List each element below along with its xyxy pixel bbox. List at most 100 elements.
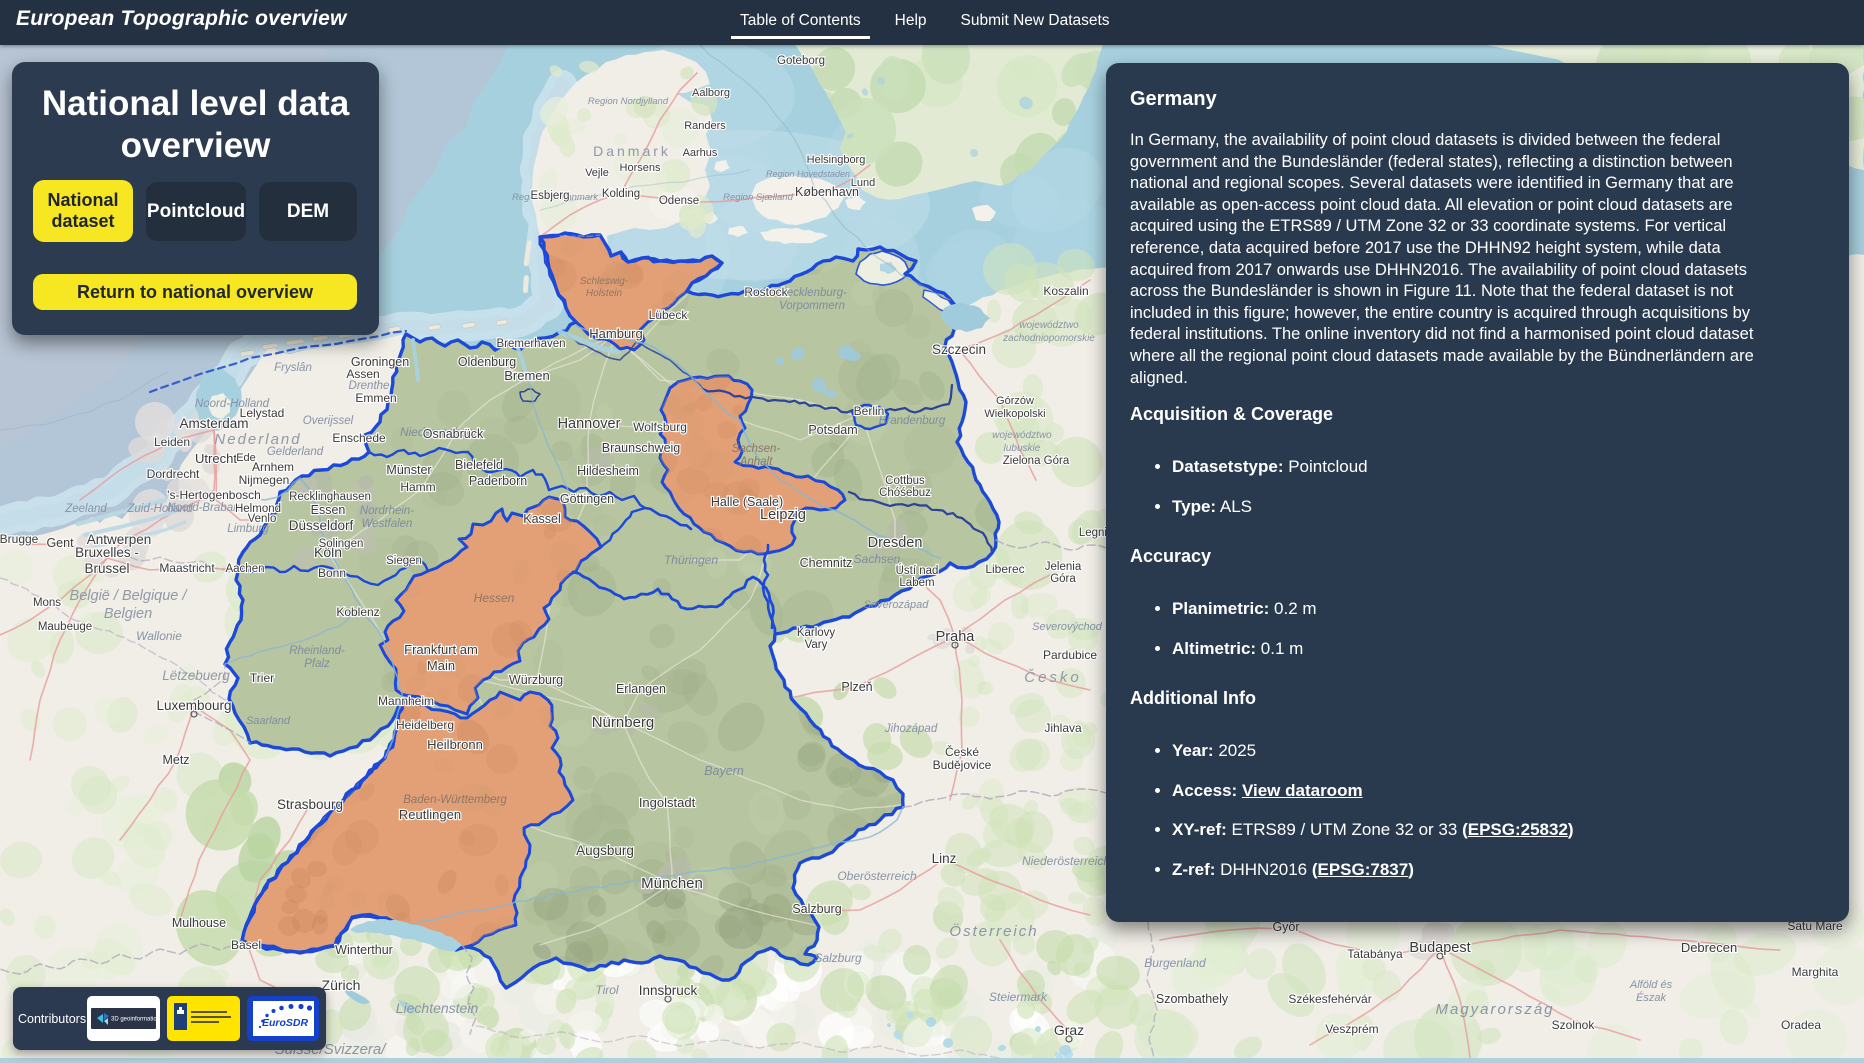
svg-text:Würzburg: Würzburg	[509, 673, 563, 687]
svg-text:Randers: Randers	[684, 120, 726, 132]
svg-text:Györ: Györ	[1272, 920, 1299, 934]
svg-text:Metz: Metz	[162, 753, 189, 767]
svg-text:EuroSDR: EuroSDR	[262, 1017, 309, 1029]
svg-text:Emmen: Emmen	[355, 391, 396, 405]
svg-text:Severovýchod: Severovýchod	[1032, 621, 1103, 633]
svg-text:Düsseldorf: Düsseldorf	[289, 518, 354, 533]
svg-text:Burgenland: Burgenland	[1144, 956, 1206, 970]
svg-text:Osnabrück: Osnabrück	[423, 427, 484, 441]
svg-text:Zürich: Zürich	[322, 977, 361, 993]
svg-text:Luxembourg: Luxembourg	[156, 698, 231, 713]
svg-text:Graz: Graz	[1054, 1022, 1084, 1038]
svg-text:Górzów: Górzów	[996, 395, 1034, 407]
svg-text:Steiermark: Steiermark	[989, 990, 1048, 1004]
svg-text:Groningen: Groningen	[351, 355, 409, 369]
svg-text:Alföld és: Alföld és	[1629, 979, 1673, 991]
svg-text:Mannheim: Mannheim	[378, 694, 434, 708]
svg-text:Brugge: Brugge	[0, 532, 39, 546]
svg-text:Kassel: Kassel	[523, 512, 561, 526]
svg-text:Holstein: Holstein	[586, 288, 623, 299]
svg-text:Noord-Brabant: Noord-Brabant	[167, 502, 243, 514]
svg-text:Jihozápad: Jihozápad	[884, 723, 938, 735]
svg-text:Westfalen: Westfalen	[362, 518, 413, 530]
svg-text:Hamm: Hamm	[400, 480, 435, 494]
svg-text:Saarland: Saarland	[246, 715, 291, 727]
svg-text:Belgien: Belgien	[104, 606, 152, 622]
svg-text:Baden-Württemberg: Baden-Württemberg	[403, 794, 507, 806]
svg-text:Praha: Praha	[936, 629, 976, 645]
svg-text:Dordrecht: Dordrecht	[147, 467, 200, 481]
svg-text:Zeeland: Zeeland	[64, 503, 107, 515]
svg-text:Göttingen: Göttingen	[560, 492, 614, 506]
svg-text:Brandenburg: Brandenburg	[879, 415, 946, 427]
svg-text:Rostock: Rostock	[744, 285, 788, 299]
svg-text:Siegen: Siegen	[386, 555, 422, 567]
svg-text:Österreich: Österreich	[949, 922, 1038, 940]
svg-text:Jihlava: Jihlava	[1044, 721, 1082, 735]
svg-text:Hannover: Hannover	[558, 416, 621, 432]
svg-text:Tatabánya: Tatabánya	[1347, 947, 1403, 961]
svg-text:Linz: Linz	[932, 851, 957, 866]
svg-text:Basel: Basel	[231, 938, 261, 952]
svg-text:Odense: Odense	[659, 195, 699, 207]
svg-text:Fryslân: Fryslân	[274, 362, 312, 374]
svg-text:Innsbruck: Innsbruck	[639, 983, 698, 998]
svg-text:Region Hovedstaden: Region Hovedstaden	[766, 169, 850, 179]
svg-text:województwo: województwo	[992, 430, 1052, 441]
svg-text:Solingen: Solingen	[319, 538, 364, 550]
svg-text:Danmark: Danmark	[593, 143, 671, 159]
svg-text:Wielkopolski: Wielkopolski	[984, 408, 1045, 420]
svg-text:Ústí nad: Ústí nad	[896, 564, 939, 577]
svg-text:Salzburg: Salzburg	[792, 902, 841, 916]
svg-text:Region Nordjylland: Region Nordjylland	[588, 96, 669, 107]
svg-text:Berlin: Berlin	[854, 404, 885, 418]
svg-text:Mulhouse: Mulhouse	[172, 916, 226, 930]
svg-text:Liberec: Liberec	[985, 562, 1024, 576]
svg-text:České: České	[945, 744, 979, 759]
svg-text:Heilbronn: Heilbronn	[427, 737, 483, 752]
svg-text:Brussel: Brussel	[84, 561, 129, 576]
svg-text:Trier: Trier	[250, 671, 274, 685]
svg-text:Karlovy: Karlovy	[797, 627, 836, 639]
svg-text:Budapest: Budapest	[1409, 940, 1470, 956]
svg-text:Marghita: Marghita	[1792, 965, 1839, 979]
svg-text:Maubeuge: Maubeuge	[38, 621, 92, 633]
svg-text:Vejle: Vejle	[585, 167, 609, 179]
svg-text:Veszprém: Veszprém	[1325, 1022, 1378, 1036]
svg-text:Észak: Észak	[1636, 991, 1666, 1004]
svg-text:Bonn: Bonn	[318, 566, 346, 580]
svg-text:Reutlingen: Reutlingen	[399, 807, 461, 822]
svg-text:Nijmegen: Nijmegen	[239, 473, 290, 487]
svg-text:Hamburg: Hamburg	[589, 326, 642, 341]
svg-text:Ede: Ede	[236, 452, 256, 464]
svg-text:Pardubice: Pardubice	[1043, 648, 1097, 662]
svg-text:Assen: Assen	[346, 367, 379, 381]
svg-text:Sachsen-: Sachsen-	[732, 443, 781, 455]
svg-text:Essen: Essen	[311, 503, 346, 517]
svg-text:Heidelberg: Heidelberg	[396, 718, 454, 732]
svg-text:Bruxelles -: Bruxelles -	[75, 545, 139, 560]
svg-text:Augsburg: Augsburg	[576, 843, 634, 858]
svg-text:Paderborn: Paderborn	[469, 474, 527, 488]
svg-text:Frankfurt am: Frankfurt am	[404, 642, 478, 657]
svg-text:Liechtenstein: Liechtenstein	[396, 1000, 479, 1016]
svg-text:Region Sjælland: Region Sjælland	[723, 192, 793, 203]
svg-text:Amsterdam: Amsterdam	[179, 416, 248, 431]
svg-text:Recklinghausen: Recklinghausen	[289, 491, 371, 503]
svg-text:Oldenburg: Oldenburg	[458, 355, 516, 369]
svg-text:Lund: Lund	[851, 177, 875, 189]
svg-text:Sachsen: Sachsen	[854, 552, 901, 566]
svg-text:Niederösterreich: Niederösterreich	[1022, 854, 1110, 868]
svg-text:'s-Hertogenbosch: 's-Hertogenbosch	[167, 488, 261, 502]
svg-text:Aalborg: Aalborg	[692, 87, 730, 99]
svg-text:lubuskie: lubuskie	[1004, 443, 1041, 454]
svg-text:Székesfehérvár: Székesfehérvár	[1288, 992, 1371, 1006]
svg-text:Gelderland: Gelderland	[267, 446, 324, 458]
svg-text:Hildesheim: Hildesheim	[577, 464, 639, 478]
svg-text:Labem: Labem	[899, 577, 934, 589]
svg-text:Vorpommern: Vorpommern	[779, 300, 845, 312]
svg-text:Helsingborg: Helsingborg	[807, 154, 866, 166]
svg-text:Goteborg: Goteborg	[777, 55, 825, 67]
svg-text:województwo: województwo	[1019, 320, 1079, 331]
svg-text:Hessen: Hessen	[474, 591, 515, 605]
